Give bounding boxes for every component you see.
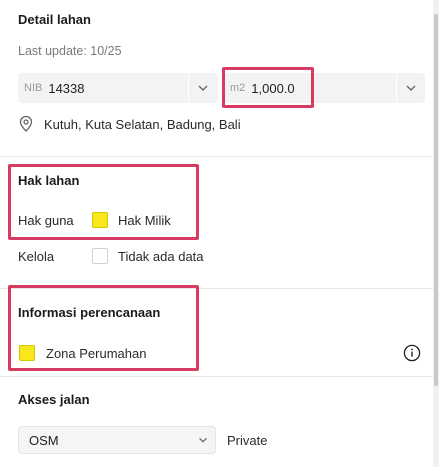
chevron-down-icon (198, 85, 208, 91)
nib-prefix: NIB (24, 82, 43, 94)
chevron-down-icon (199, 437, 207, 443)
detail-title: Detail lahan (18, 12, 91, 27)
highlight-box (222, 67, 314, 108)
last-update-text: Last update: 10/25 (18, 44, 122, 58)
chevron-down-icon (406, 85, 416, 91)
location-text: Kutuh, Kuta Selatan, Badung, Bali (44, 117, 241, 132)
kelola-swatch (92, 248, 108, 264)
highlight-box (8, 285, 199, 371)
akses-title: Akses jalan (18, 392, 90, 407)
divider (0, 156, 433, 157)
scrollbar[interactable] (433, 0, 439, 467)
akses-source-select[interactable]: OSM (18, 426, 216, 454)
kelola-value: Tidak ada data (118, 249, 204, 264)
land-detail-panel: Detail lahan Last update: 10/25 NIB 1433… (0, 0, 439, 467)
akses-status-text: Private (227, 433, 268, 448)
info-icon[interactable] (403, 344, 421, 362)
nib-value: 14338 (48, 80, 85, 96)
divider (0, 376, 433, 377)
location-pin-icon (19, 115, 33, 132)
nib-select[interactable]: NIB 14338 (18, 73, 218, 103)
kelola-label: Kelola (18, 249, 55, 264)
akses-source-value: OSM (29, 433, 59, 448)
highlight-box (8, 164, 199, 240)
scrollbar-thumb[interactable] (434, 14, 438, 386)
